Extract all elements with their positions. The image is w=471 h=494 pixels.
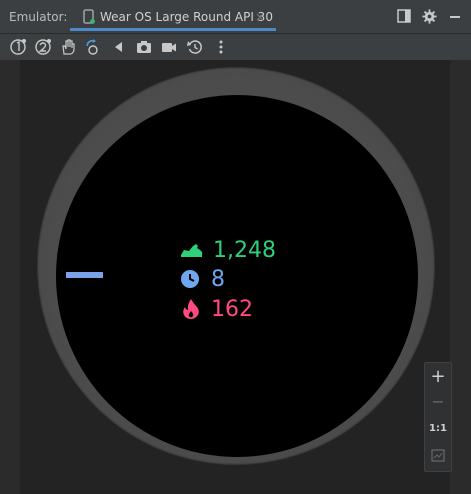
zoom-in-button[interactable]: + (425, 366, 451, 387)
zoom-out-button[interactable]: − (425, 392, 451, 411)
zoom-actual-size-button[interactable]: 1:1 (425, 423, 451, 434)
minimize-icon[interactable] (449, 12, 461, 22)
camera-icon[interactable] (135, 38, 153, 56)
emulator-toolbar (0, 34, 471, 60)
watch-side-indicator (66, 272, 103, 278)
emulator-titlebar: Emulator: Wear OS Large Round API 30 × (0, 0, 471, 34)
hand-icon[interactable] (59, 38, 77, 56)
minutes-value: 8 (211, 266, 225, 292)
video-icon[interactable] (160, 38, 178, 56)
steps-stat: 1,248 (180, 236, 276, 264)
calories-stat: 162 (180, 295, 253, 323)
gear-icon[interactable] (422, 9, 437, 24)
tab-close-icon[interactable]: × (255, 10, 265, 24)
device-2-icon[interactable] (34, 38, 52, 56)
watch-screen[interactable] (56, 95, 418, 457)
device-icon (83, 9, 95, 24)
minutes-stat: 8 (180, 265, 225, 293)
calories-value: 162 (211, 296, 253, 322)
clock-icon (181, 270, 199, 288)
more-icon[interactable] (212, 38, 230, 56)
device-1-icon[interactable] (9, 38, 27, 56)
shoe-icon (181, 244, 203, 257)
fit-screen-icon[interactable] (431, 449, 445, 462)
tab-wear-os[interactable]: Wear OS Large Round API 30 × (70, 0, 276, 33)
back-icon[interactable] (110, 38, 128, 56)
steps-value: 1,248 (213, 237, 276, 263)
rotate-icon[interactable] (84, 38, 102, 56)
app-label: Emulator: (9, 10, 68, 24)
window-layout-icon[interactable] (397, 9, 411, 23)
zoom-controls: + − 1:1 (424, 362, 452, 472)
tab-label: Wear OS Large Round API 30 (100, 10, 273, 24)
tab-underline (70, 28, 276, 31)
flame-icon (183, 299, 199, 319)
reset-icon[interactable] (186, 38, 204, 56)
